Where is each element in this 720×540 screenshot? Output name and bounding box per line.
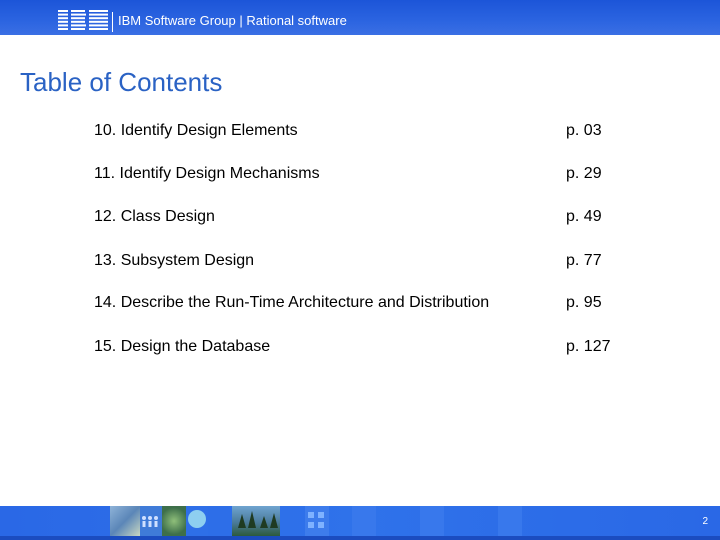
footer-block-tile [420,506,444,536]
header-bar: IBM Software Group | Rational software [0,0,720,35]
header-divider [112,12,113,32]
circle-icon [188,510,206,528]
toc-item-page: p. 49 [566,208,602,225]
toc-row: 11. Identify Design Mechanisms p. 29 [0,165,720,189]
page-number: 2 [702,516,708,527]
footer-bar: 2 [0,506,720,540]
trees-icon [238,511,278,528]
footer-block-tile [498,506,522,536]
toc-item-label: 15. Design the Database [94,338,271,355]
toc-item-label: 10. Identify Design Elements [94,122,298,139]
toc-item-page: p. 95 [566,294,602,311]
header-brand-text: IBM Software Group | Rational software [118,13,347,28]
toc-item-label: 11. Identify Design Mechanisms [94,165,320,182]
people-icon [142,516,158,527]
toc-item-page: p. 03 [566,122,602,139]
ibm-logo [58,10,108,30]
toc-row: 10. Identify Design Elements p. 03 [0,122,720,146]
toc-item-page: p. 77 [566,252,602,269]
toc-row: 14. Describe the Run-Time Architecture a… [0,294,720,318]
toc-row: 15. Design the Database p. 127 [0,338,720,362]
toc-item-label: 12. Class Design [94,208,215,225]
footer-image-tile [110,506,140,536]
footer-image-tile [186,506,208,536]
footer-strip [0,536,720,540]
toc-item-page: p. 127 [566,338,611,355]
toc-item-page: p. 29 [566,165,602,182]
landscape-image-tile [232,506,280,536]
toc-row: 12. Class Design p. 49 [0,208,720,232]
grid-icon [308,512,324,528]
footer-image-tile [140,506,162,536]
footer-block-tile [352,506,376,536]
page-title: Table of Contents [20,67,223,97]
toc-item-label: 14. Describe the Run-Time Architecture a… [94,294,490,311]
toc-row: 13. Subsystem Design p. 77 [0,252,720,276]
toc-item-label: 13. Subsystem Design [94,252,255,269]
footer-image-tile [305,506,329,536]
globe-image-tile [162,506,186,536]
